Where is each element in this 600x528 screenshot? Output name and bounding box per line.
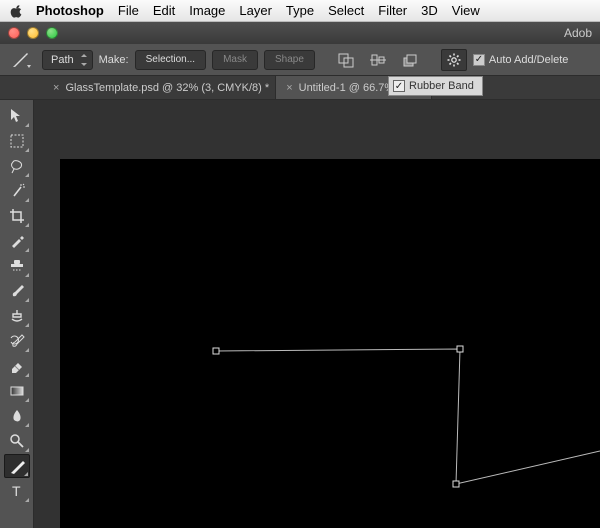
menu-3d[interactable]: 3D: [421, 3, 438, 18]
zoom-window-button[interactable]: [46, 27, 58, 39]
spot-healing-tool[interactable]: [4, 254, 30, 278]
current-tool-indicator[interactable]: [6, 49, 36, 71]
mac-menubar: Photoshop File Edit Image Layer Type Sel…: [0, 0, 600, 22]
window-title: Adob: [70, 26, 600, 40]
workspace: T: [0, 100, 600, 528]
window-titlebar: Adob: [0, 22, 600, 44]
tools-panel: T: [0, 100, 34, 528]
close-tab-icon[interactable]: ×: [53, 82, 59, 94]
menu-file[interactable]: File: [118, 3, 139, 18]
canvas[interactable]: [60, 159, 600, 528]
brush-tool[interactable]: [4, 279, 30, 303]
make-mask-button[interactable]: Mask: [212, 50, 258, 70]
document-tab[interactable]: × GlassTemplate.psd @ 32% (3, CMYK/8) *: [43, 76, 276, 99]
menu-select[interactable]: Select: [328, 3, 364, 18]
eraser-tool[interactable]: [4, 354, 30, 378]
menu-image[interactable]: Image: [189, 3, 225, 18]
close-tab-icon[interactable]: ×: [286, 82, 292, 94]
document-tab-bar: × GlassTemplate.psd @ 32% (3, CMYK/8) * …: [0, 76, 600, 100]
gradient-tool[interactable]: [4, 379, 30, 403]
make-selection-button[interactable]: Selection...: [135, 50, 206, 70]
menu-filter[interactable]: Filter: [378, 3, 407, 18]
crop-tool[interactable]: [4, 204, 30, 228]
menu-edit[interactable]: Edit: [153, 3, 175, 18]
dodge-tool[interactable]: [4, 429, 30, 453]
path-alignment-button[interactable]: [365, 49, 391, 71]
gear-popup: ✓ Rubber Band: [388, 76, 483, 96]
magic-wand-tool[interactable]: [4, 179, 30, 203]
path-operations-button[interactable]: [333, 49, 359, 71]
eyedropper-tool[interactable]: [4, 229, 30, 253]
make-label: Make:: [99, 54, 129, 66]
close-window-button[interactable]: [8, 27, 20, 39]
move-tool[interactable]: [4, 104, 30, 128]
tool-mode-dropdown[interactable]: Path: [42, 50, 93, 70]
rubber-band-label[interactable]: Rubber Band: [409, 80, 474, 92]
minimize-window-button[interactable]: [27, 27, 39, 39]
options-bar: Path Make: Selection... Mask Shape ✓ Aut…: [0, 44, 600, 76]
menu-layer[interactable]: Layer: [239, 3, 272, 18]
menu-type[interactable]: Type: [286, 3, 314, 18]
canvas-area[interactable]: [43, 100, 600, 528]
checkbox-icon[interactable]: ✓: [393, 80, 405, 92]
gear-options-button[interactable]: [441, 49, 467, 71]
history-brush-tool[interactable]: [4, 329, 30, 353]
make-shape-button[interactable]: Shape: [264, 50, 315, 70]
svg-text:T: T: [12, 483, 21, 499]
traffic-lights: [8, 27, 58, 39]
path-arrangement-button[interactable]: [397, 49, 423, 71]
menu-view[interactable]: View: [452, 3, 480, 18]
marquee-tool[interactable]: [4, 129, 30, 153]
app-name[interactable]: Photoshop: [36, 3, 104, 18]
checkbox-icon: ✓: [473, 54, 485, 66]
lasso-tool[interactable]: [4, 154, 30, 178]
apple-icon[interactable]: [10, 4, 24, 18]
clone-stamp-tool[interactable]: [4, 304, 30, 328]
auto-add-delete-label: Auto Add/Delete: [489, 54, 569, 66]
type-tool[interactable]: T: [4, 479, 30, 503]
tab-title: GlassTemplate.psd @ 32% (3, CMYK/8) *: [65, 82, 269, 94]
pen-tool[interactable]: [4, 454, 30, 478]
blur-tool[interactable]: [4, 404, 30, 428]
auto-add-delete-checkbox[interactable]: ✓ Auto Add/Delete: [473, 54, 569, 66]
